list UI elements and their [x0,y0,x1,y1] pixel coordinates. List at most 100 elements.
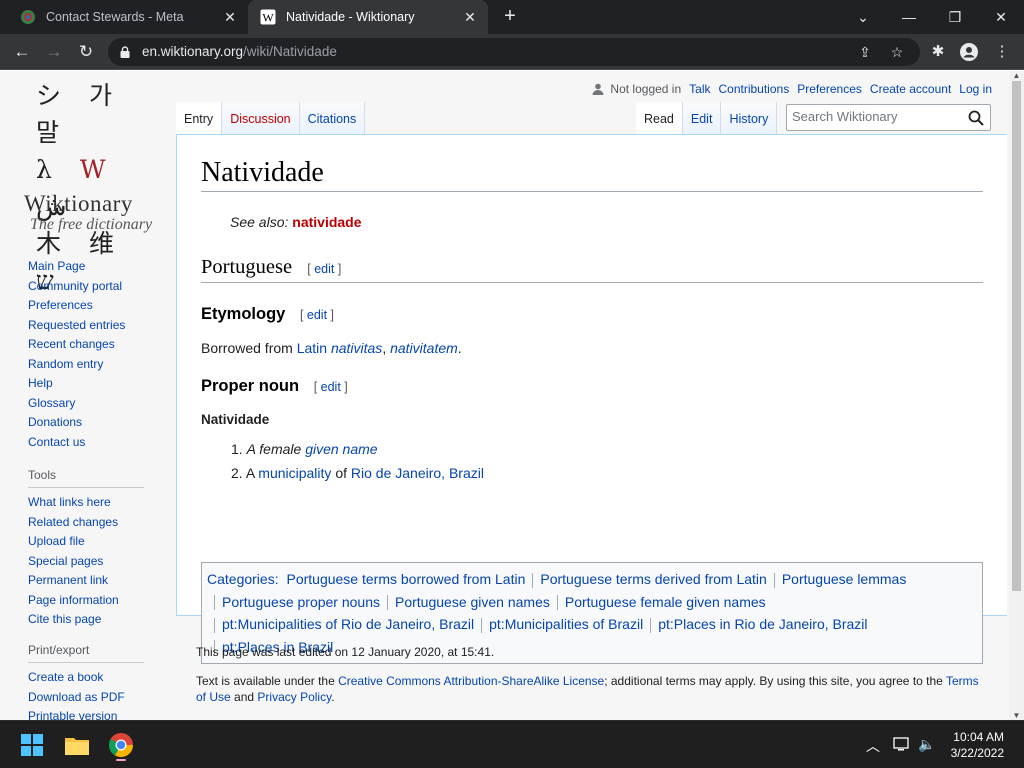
preferences-link[interactable]: Preferences [797,82,862,96]
page-footer: This page was last edited on 12 January … [196,644,986,705]
wiktionary-logo[interactable]: シ 가 말 λ W ش 木 维 ש Wiktionary The free di… [22,77,162,295]
search-icon[interactable] [968,110,984,126]
contributions-link[interactable]: Contributions [718,82,789,96]
volume-icon[interactable]: 🔈 [918,736,935,753]
close-tab-icon[interactable]: ✕ [458,9,482,26]
browser-tab-wiktionary[interactable]: W Natividade - Wiktionary ✕ [248,0,488,34]
sidebar-item-recent-changes[interactable]: Recent changes [28,335,125,355]
sidebar-item-main-page[interactable]: Main Page [28,257,125,277]
back-icon[interactable]: ← [10,40,34,64]
sidebar-item-upload-file[interactable]: Upload file [28,532,144,552]
share-icon[interactable]: ⇪ [856,43,874,61]
close-window-button[interactable]: ✕ [978,0,1024,34]
see-also-link[interactable]: natividade [292,214,361,230]
sidebar-item-contact-us[interactable]: Contact us [28,433,125,453]
page-scrollbar[interactable]: ▲ ▼ [1009,71,1024,720]
sidebar-item-printable-version[interactable]: Printable version [28,707,144,720]
category-separator [532,572,534,588]
create-account-link[interactable]: Create account [870,82,951,96]
forward-icon[interactable]: → [42,40,66,64]
maximize-button[interactable]: ❐ [932,0,978,34]
sidebar-item-what-links-here[interactable]: What links here [28,493,144,513]
sidebar-heading-tools: Tools [28,468,144,488]
menu-kebab-icon[interactable]: ⋮ [992,42,1012,62]
file-explorer-icon[interactable] [61,729,93,761]
sidebar-item-glossary[interactable]: Glossary [28,394,125,414]
show-hidden-icons-chevron-icon[interactable]: ︿ [866,736,880,756]
reload-icon[interactable]: ↻ [74,40,98,64]
category-link[interactable]: Portuguese female given names [565,594,766,610]
sidebar-item-help[interactable]: Help [28,374,125,394]
sidebar-item-download-pdf[interactable]: Download as PDF [28,688,144,708]
windows-start-icon[interactable] [16,729,48,761]
sidebar-item-requested-entries[interactable]: Requested entries [28,316,125,336]
category-link[interactable]: Portuguese proper nouns [222,594,380,610]
tab-history[interactable]: History [721,102,778,135]
chrome-icon[interactable] [105,729,137,761]
tab-read[interactable]: Read [636,102,683,135]
municipality-link[interactable]: municipality [258,465,331,481]
browser-tab-meta[interactable]: Contact Stewards - Meta ✕ [8,0,248,34]
logo-glyph-row: シ 가 말 [36,81,122,147]
profile-icon[interactable] [959,42,979,62]
sidebar-item-special-pages[interactable]: Special pages [28,552,144,572]
category-link[interactable]: pt:Places in Rio de Janeiro, Brazil [658,616,867,632]
cc-license-link[interactable]: Creative Commons Attribution-ShareAlike … [338,674,604,688]
etym-comma: , [382,340,387,356]
category-link[interactable]: Portuguese terms derived from Latin [540,571,766,587]
talk-link[interactable]: Talk [689,82,710,96]
log-in-link[interactable]: Log in [959,82,992,96]
sidebar-item-permanent-link[interactable]: Permanent link [28,571,144,591]
categories-label-link[interactable]: Categories: [207,571,279,587]
network-icon[interactable] [893,736,911,752]
lock-icon [120,46,130,58]
latin-link[interactable]: Latin [297,340,327,356]
definition-number: 1. [231,441,243,457]
rio-de-janeiro-link[interactable]: Rio de Janeiro, Brazil [351,465,484,481]
tab-discussion[interactable]: Discussion [222,102,300,135]
category-link[interactable]: Portuguese lemmas [782,571,907,587]
category-link[interactable]: pt:Municipalities of Brazil [489,616,643,632]
nativitas-link[interactable]: nativitas [331,340,382,356]
close-tab-icon[interactable]: ✕ [218,9,242,26]
sidebar-navigation: Main Page Community portal Preferences R… [28,257,125,452]
tab-citations[interactable]: Citations [299,102,366,135]
logo-title: Wiktionary [24,191,133,216]
bookmark-star-icon[interactable]: ☆ [888,43,906,61]
tab-search-dropdown-icon[interactable]: ⌄ [840,0,886,34]
sidebar-item-donations[interactable]: Donations [28,413,125,433]
sidebar-item-cite-this-page[interactable]: Cite this page [28,610,144,630]
category-link[interactable]: Portuguese given names [395,594,550,610]
minimize-button[interactable]: — [886,0,932,34]
clock-date: 3/22/2022 [950,746,1004,760]
sidebar-item-related-changes[interactable]: Related changes [28,513,144,533]
edit-section-link[interactable]: [ edit ] [307,262,341,276]
given-name-link[interactable]: given name [305,441,377,457]
category-link[interactable]: pt:Municipalities of Rio de Janeiro, Bra… [222,616,474,632]
extensions-icon[interactable]: ✱ [928,42,948,62]
sidebar-item-random-entry[interactable]: Random entry [28,355,125,375]
search-input[interactable] [792,109,962,124]
sidebar-item-preferences[interactable]: Preferences [28,296,125,316]
sidebar-item-create-book[interactable]: Create a book [28,668,144,688]
meta-favicon-icon [21,10,35,24]
privacy-policy-link[interactable]: Privacy Policy [257,690,331,704]
etym-end: . [457,340,462,356]
new-tab-button[interactable]: + [498,5,522,29]
taskbar-clock[interactable]: 10:04 AM 3/22/2022 [951,729,1004,761]
tab-edit[interactable]: Edit [682,102,722,135]
clock-time: 10:04 AM [953,730,1004,744]
scroll-down-arrow-icon[interactable]: ▼ [1012,711,1021,720]
category-link[interactable]: Portuguese terms borrowed from Latin [286,571,525,587]
address-bar[interactable]: en.wiktionary.org/wiki/Natividade ⇪ ☆ [108,38,920,66]
scroll-up-arrow-icon[interactable]: ▲ [1012,71,1021,80]
url-path: /wiki/Natividade [243,44,337,59]
browser-toolbar: ← → ↻ en.wiktionary.org/wiki/Natividade … [0,34,1024,70]
tab-entry[interactable]: Entry [176,102,223,135]
edit-section-link[interactable]: [ edit ] [300,308,334,322]
nativitatem-link[interactable]: nativitatem [390,340,458,356]
sidebar-item-page-information[interactable]: Page information [28,591,144,611]
sidebar-item-community-portal[interactable]: Community portal [28,277,125,297]
edit-section-link[interactable]: [ edit ] [314,380,348,394]
scrollbar-thumb[interactable] [1012,81,1021,591]
